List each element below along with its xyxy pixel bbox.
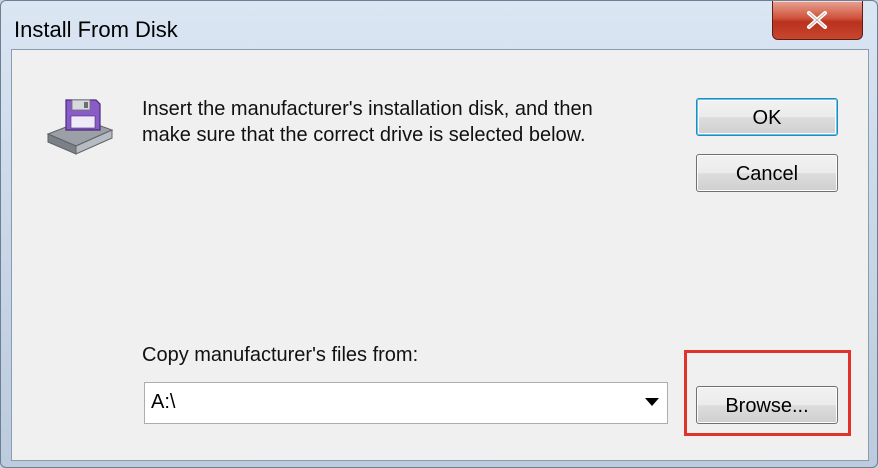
- copy-from-value: A:\: [151, 391, 176, 413]
- ok-button[interactable]: OK: [696, 98, 838, 136]
- dialog-body: Insert the manufacturer's installation d…: [11, 49, 869, 461]
- dialog-window: Install From Disk Insert the manufacture…: [0, 0, 878, 468]
- instruction-text: Insert the manufacturer's installation d…: [142, 96, 662, 148]
- copy-from-combobox[interactable]: A:\: [144, 382, 668, 424]
- window-title: Install From Disk: [14, 17, 178, 42]
- close-icon: [807, 11, 827, 29]
- disk-drive-icon: [46, 99, 114, 155]
- close-button[interactable]: [772, 1, 863, 40]
- chevron-down-icon[interactable]: [645, 398, 659, 407]
- instruction-line-2: make sure that the correct drive is sele…: [142, 124, 586, 146]
- copy-from-label: Copy manufacturer's files from:: [142, 344, 419, 366]
- instruction-line-1: Insert the manufacturer's installation d…: [142, 98, 593, 120]
- cancel-button[interactable]: Cancel: [696, 154, 838, 192]
- browse-highlight-box: [684, 350, 851, 436]
